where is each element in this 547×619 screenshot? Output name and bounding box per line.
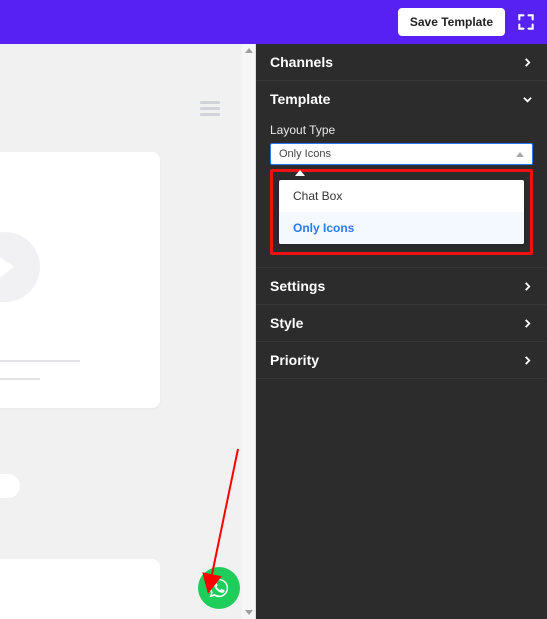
dropdown-option-chat-box[interactable]: Chat Box bbox=[279, 180, 524, 212]
placeholder-line bbox=[0, 360, 80, 362]
accordion-header-style[interactable]: Style bbox=[256, 305, 547, 341]
accordion-section-channels: Channels bbox=[256, 44, 547, 81]
chevron-up-icon bbox=[516, 152, 524, 157]
chevron-down-icon bbox=[521, 93, 533, 105]
accordion-header-channels[interactable]: Channels bbox=[256, 44, 547, 80]
section-title: Channels bbox=[270, 54, 333, 70]
highlighted-dropdown: Chat Box Only Icons bbox=[270, 169, 533, 255]
accordion-section-priority: Priority bbox=[256, 342, 547, 379]
section-title: Settings bbox=[270, 278, 325, 294]
accordion-body-template: Layout Type Only Icons Chat Box Only Ico… bbox=[256, 117, 547, 267]
chevron-right-icon bbox=[521, 56, 533, 68]
chevron-right-icon bbox=[521, 317, 533, 329]
accordion-section-template: Template Layout Type Only Icons Chat B bbox=[256, 81, 547, 268]
top-bar: Save Template bbox=[0, 0, 547, 44]
chevron-right-icon bbox=[521, 280, 533, 292]
hamburger-icon[interactable] bbox=[200, 98, 220, 119]
preview-pill bbox=[0, 474, 20, 498]
layout-type-select[interactable]: Only Icons bbox=[270, 143, 533, 165]
placeholder-line bbox=[0, 378, 40, 380]
preview-card bbox=[0, 152, 160, 408]
accordion-header-priority[interactable]: Priority bbox=[256, 342, 547, 378]
section-title: Style bbox=[270, 315, 303, 331]
accordion-section-style: Style bbox=[256, 305, 547, 342]
accordion-header-settings[interactable]: Settings bbox=[256, 268, 547, 304]
accordion-section-settings: Settings bbox=[256, 268, 547, 305]
chevron-right-icon bbox=[521, 354, 533, 366]
preview-card bbox=[0, 559, 160, 619]
field-label-layout-type: Layout Type bbox=[270, 123, 533, 137]
play-icon bbox=[0, 232, 40, 302]
dropdown-option-only-icons[interactable]: Only Icons bbox=[279, 212, 524, 244]
section-title: Template bbox=[270, 91, 330, 107]
dropdown-panel: Chat Box Only Icons bbox=[279, 180, 524, 244]
preview-pane bbox=[0, 44, 256, 619]
scrollbar-vertical[interactable] bbox=[242, 44, 256, 619]
settings-sidebar: Channels Template Layout Type Only Icons bbox=[256, 44, 547, 619]
accordion-header-template[interactable]: Template bbox=[256, 81, 547, 117]
whatsapp-icon[interactable] bbox=[198, 567, 240, 609]
save-template-button[interactable]: Save Template bbox=[398, 8, 505, 36]
section-title: Priority bbox=[270, 352, 319, 368]
select-value: Only Icons bbox=[279, 148, 331, 160]
fullscreen-icon[interactable] bbox=[515, 11, 537, 33]
